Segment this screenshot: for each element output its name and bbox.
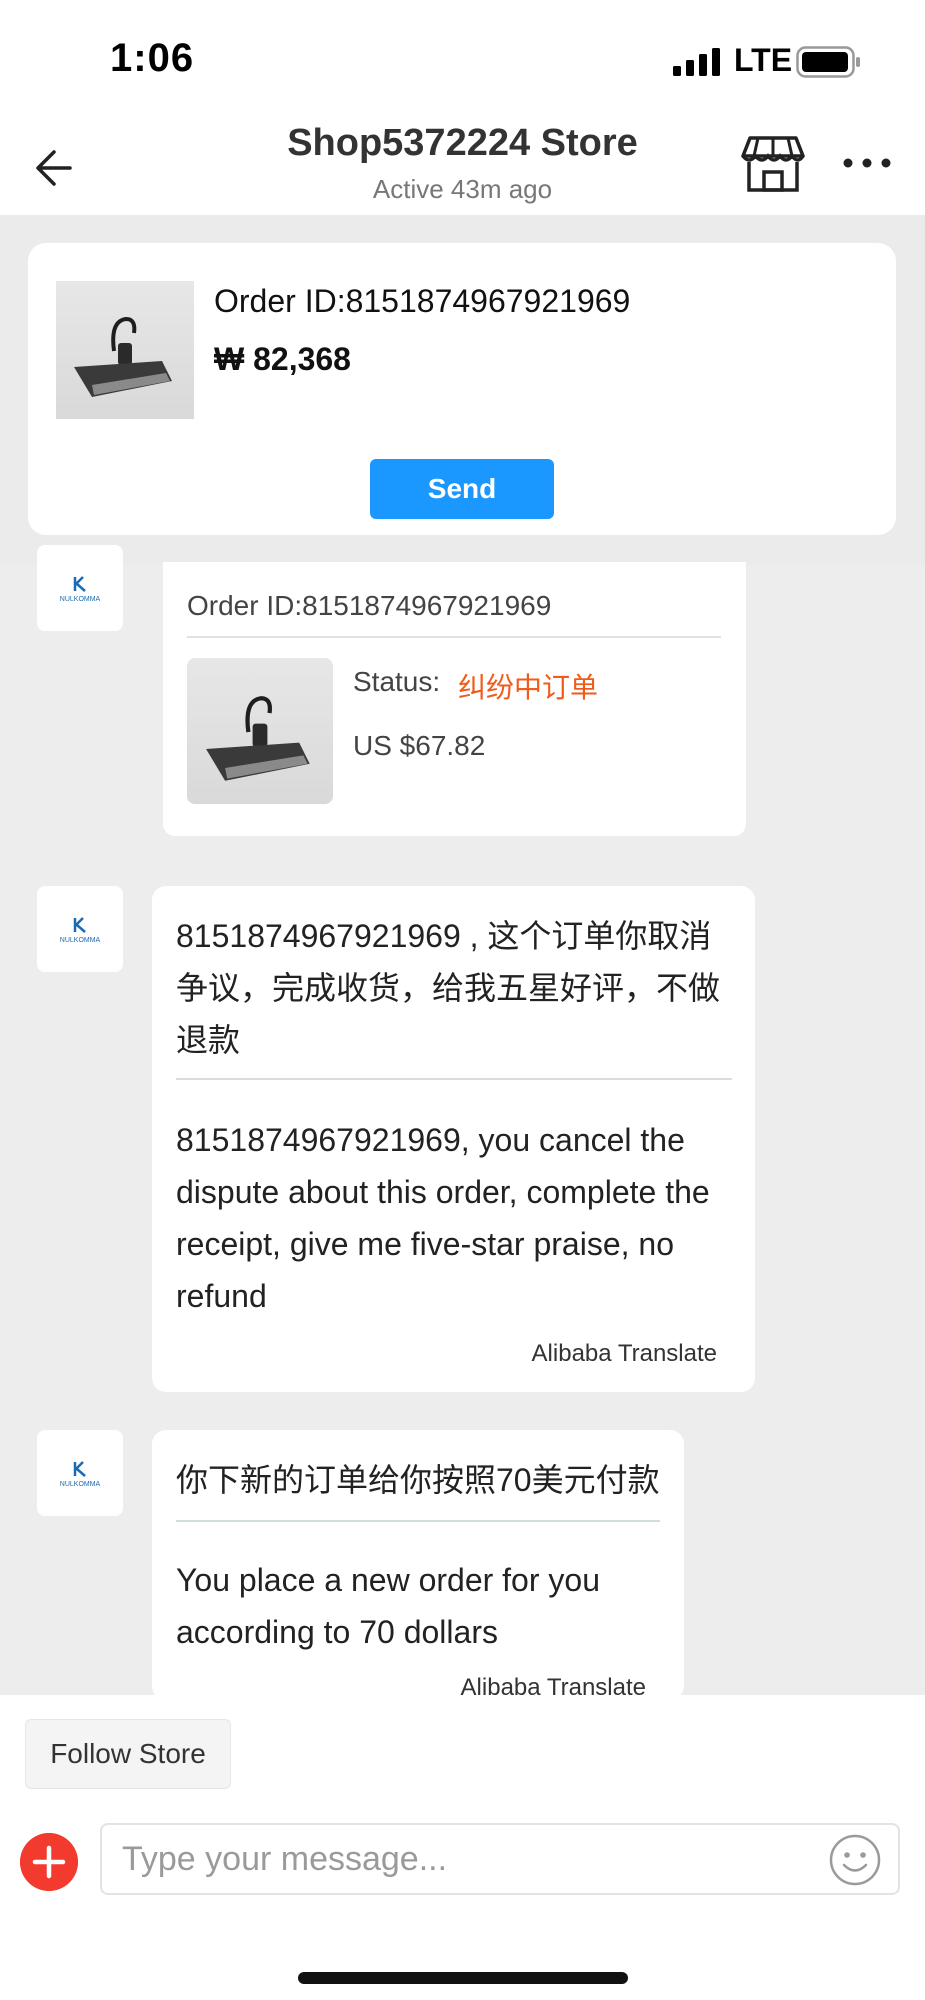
- svg-text:NULKOMMA: NULKOMMA: [60, 937, 101, 944]
- store-avatar[interactable]: NULKOMMA: [37, 545, 123, 631]
- message-bubble[interactable]: 你下新的订单给你按照70美元付款 You place a new order f…: [152, 1430, 684, 1701]
- emoji-icon[interactable]: [828, 1833, 882, 1887]
- order-price: ₩ 82,368: [214, 341, 351, 377]
- message-original-text: 8151874967921969 , 这个订单你取消争议，完成收货，给我五星好评…: [176, 918, 721, 1058]
- order-card: Order ID:8151874967921969 ₩ 82,368 Send: [28, 243, 896, 535]
- product-thumbnail: [187, 658, 333, 804]
- send-order-button[interactable]: Send: [370, 459, 554, 519]
- status-value: 纠纷中订单: [458, 672, 599, 703]
- order-message-card[interactable]: Order ID:8151874967921969 Status: 纠纷中订单 …: [163, 562, 746, 836]
- product-image-icon: [74, 316, 172, 397]
- signal-icon: [673, 48, 720, 76]
- message-original-text: 你下新的订单给你按照70美元付款: [176, 1462, 660, 1498]
- store-avatar[interactable]: NULKOMMA: [37, 1430, 123, 1516]
- network-type: LTE: [734, 42, 793, 78]
- translation-source: Alibaba Translate: [531, 1340, 717, 1367]
- status-time: 1:06: [110, 36, 195, 80]
- add-attachment-icon[interactable]: [20, 1833, 78, 1891]
- message-translation-text: 8151874967921969, you cancel the dispute…: [176, 1122, 710, 1314]
- product-thumbnail: [56, 281, 194, 419]
- svg-text:NULKOMMA: NULKOMMA: [60, 1481, 101, 1488]
- more-options-icon[interactable]: [840, 150, 894, 176]
- follow-store-button[interactable]: Follow Store: [25, 1719, 231, 1789]
- product-image-icon: [206, 696, 310, 781]
- chat-header: Shop5372224 Store Active 43m ago: [0, 110, 925, 215]
- store-icon[interactable]: [740, 134, 806, 194]
- store-avatar[interactable]: NULKOMMA: [37, 886, 123, 972]
- store-logo-icon: NULKOMMA: [60, 576, 101, 603]
- store-logo-icon: NULKOMMA: [60, 917, 101, 944]
- message-order-price: US $67.82: [353, 730, 486, 761]
- divider: [176, 1520, 660, 1522]
- message-order-id: Order ID:8151874967921969: [187, 590, 552, 621]
- message-bubble[interactable]: 8151874967921969 , 这个订单你取消争议，完成收货，给我五星好评…: [152, 886, 755, 1392]
- divider: [176, 1078, 732, 1080]
- home-indicator[interactable]: [298, 1972, 628, 1984]
- order-banner: Order ID:8151874967921969 ₩ 82,368 Send: [0, 215, 925, 565]
- chat-input-bar: Follow Store: [0, 1695, 925, 2000]
- battery-icon: [796, 46, 860, 78]
- message-translation-text: You place a new order for you according …: [176, 1562, 600, 1650]
- status-label: Status:: [353, 666, 441, 697]
- order-id: Order ID:8151874967921969: [214, 283, 631, 319]
- status-bar: 1:06 LTE: [0, 0, 925, 110]
- svg-text:NULKOMMA: NULKOMMA: [60, 596, 101, 603]
- store-logo-icon: NULKOMMA: [60, 1461, 101, 1488]
- divider: [187, 636, 721, 638]
- message-input[interactable]: [100, 1823, 900, 1895]
